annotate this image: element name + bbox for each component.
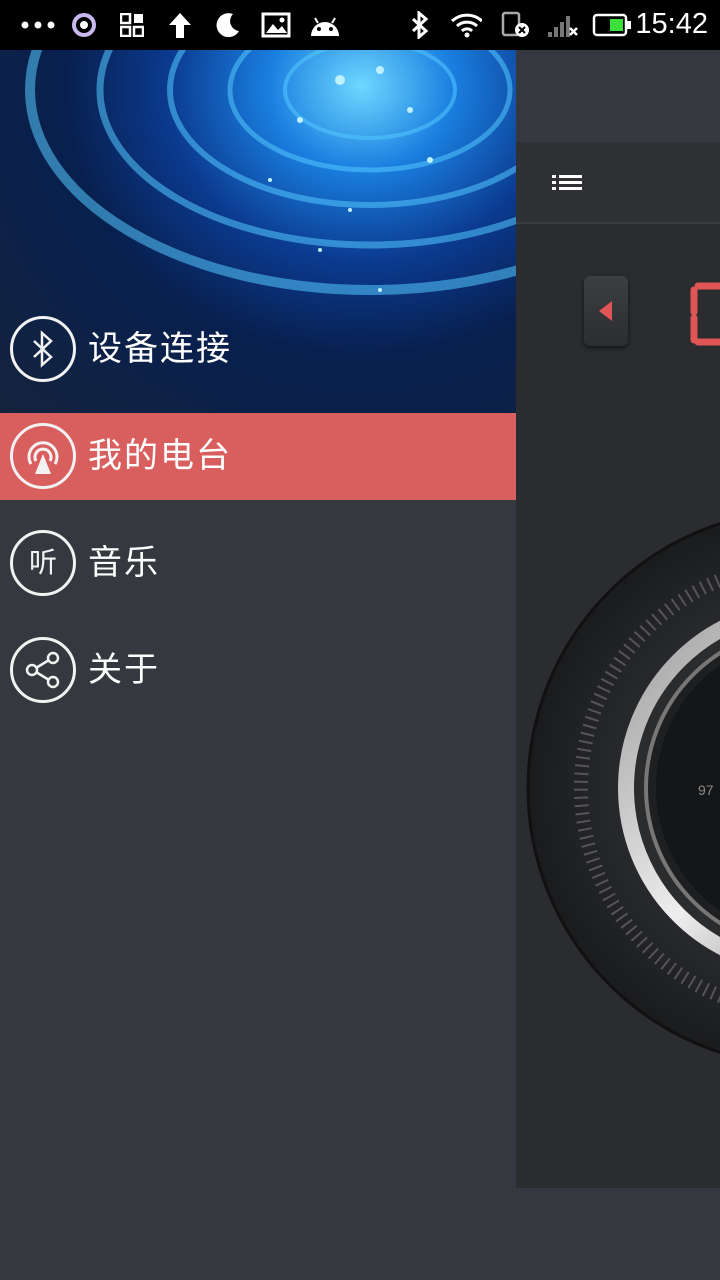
main-toolbar (516, 142, 720, 224)
menu-item-label: 关于 (88, 650, 160, 690)
apps-grid-icon (116, 10, 148, 40)
clock-time: 15:42 (635, 8, 708, 40)
menu-item-device-connect[interactable]: 设备连接 (0, 306, 516, 394)
screen: 15:42 97 设备连接 我的电台 听 音乐 关于 (0, 0, 720, 1280)
menu-item-label: 我的电台 (88, 436, 232, 476)
menu-item-my-radio[interactable]: 我的电台 (0, 413, 516, 500)
menu-item-label: 设备连接 (88, 329, 232, 369)
more-dots-icon (18, 10, 58, 40)
wifi-icon (450, 10, 482, 40)
ring-icon (68, 10, 100, 40)
listen-icon-glyph: 听 (28, 546, 57, 579)
status-bar: 15:42 (0, 0, 720, 50)
triangle-left-icon (599, 301, 612, 321)
radio-main-panel: 97 (516, 142, 720, 1188)
moon-icon (212, 10, 244, 40)
dial-frequency-label: 97 (698, 782, 714, 798)
navigation-drawer: 设备连接 我的电台 听 音乐 关于 (0, 50, 516, 1280)
battery-icon (592, 10, 632, 40)
radio-tower-icon (10, 423, 76, 489)
image-icon (260, 10, 292, 40)
upload-arrow-icon (164, 10, 196, 40)
tuning-dial[interactable] (526, 508, 720, 1068)
bluetooth-icon (10, 316, 76, 382)
bottom-strip (516, 1188, 720, 1280)
frequency-digit-display (688, 282, 720, 346)
sim-off-icon (500, 10, 532, 40)
bluetooth-icon (404, 10, 436, 40)
share-icon (10, 637, 76, 703)
prev-station-button[interactable] (584, 276, 628, 346)
listen-icon: 听 (10, 530, 76, 596)
list-menu-icon[interactable] (546, 168, 588, 198)
menu-item-label: 音乐 (88, 543, 160, 583)
signal-icon (546, 10, 578, 40)
android-icon (306, 10, 344, 40)
menu-item-music[interactable]: 听 音乐 (0, 520, 516, 608)
menu-item-about[interactable]: 关于 (0, 627, 516, 715)
